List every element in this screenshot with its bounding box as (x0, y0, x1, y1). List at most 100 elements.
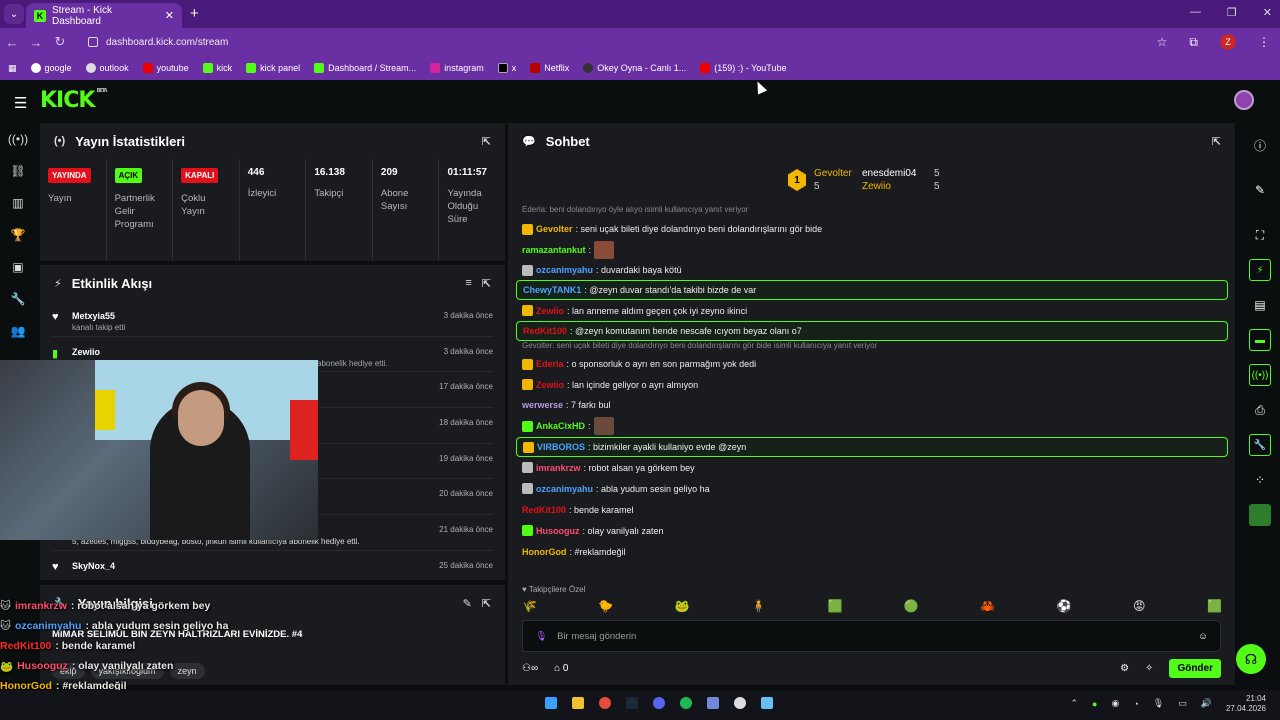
broadcast-icon[interactable]: ((•)) (8, 130, 28, 148)
bookmark-google[interactable]: google (30, 63, 72, 73)
system-clock[interactable]: 21:04 27.04.2026 (1226, 694, 1266, 713)
close-window-button[interactable]: ✕ (1263, 6, 1272, 19)
restore-button[interactable]: ❐ (1227, 6, 1237, 19)
broadcast-icon[interactable]: ((•)) (1249, 364, 1271, 386)
chat-icon[interactable]: ▬ (1249, 329, 1271, 351)
emote[interactable]: 🦀 (980, 599, 995, 613)
kick-logo[interactable]: KICK BETA (40, 88, 108, 113)
bookmark-dashboard[interactable]: Dashboard / Stream... (314, 63, 416, 73)
browser-tab-bar: ⌄ K Stream - Kick Dashboard ✕ + — ❐ ✕ (0, 0, 1280, 28)
users-link-icon[interactable]: ⚇∞ (522, 663, 538, 674)
emote[interactable]: 🐤 (598, 599, 613, 613)
game-icon[interactable] (1249, 504, 1271, 526)
bookmark-x[interactable]: x (497, 63, 516, 73)
filter-icon[interactable]: ≡ (465, 277, 471, 289)
emote[interactable]: ⚽ (1057, 599, 1072, 613)
analytics-icon[interactable]: ▥ (8, 194, 28, 212)
tray-app-icon[interactable]: ◔ (1133, 699, 1138, 709)
popout-icon[interactable]: ⇱ (482, 135, 491, 148)
lightning-icon[interactable]: ⚡ (1249, 259, 1271, 281)
chat-input[interactable]: 🎙 Bir mesaj gönderin ☺ (522, 620, 1221, 652)
group-icon[interactable]: ⁘ (1249, 469, 1271, 491)
minimize-button[interactable]: — (1190, 6, 1201, 19)
discord-icon[interactable] (653, 697, 665, 709)
tab-search-button[interactable]: ⌄ (4, 4, 24, 24)
bookmark-youtube[interactable]: youtube (142, 63, 189, 73)
emote[interactable]: 🟢 (904, 599, 919, 613)
emote[interactable]: 🐸 (675, 599, 690, 613)
popout-icon[interactable]: ⇱ (482, 597, 491, 610)
bookmark-netflix[interactable]: Netflix (530, 63, 569, 73)
users-icon[interactable]: 👥 (8, 322, 28, 340)
activity-item: ♥ Metxyia55 kanalı takip etti 3 dakika önce (52, 301, 493, 337)
tray-app-icon[interactable]: ◉ (1111, 698, 1119, 709)
chat-bubble-icon: 💬 (522, 135, 536, 148)
microphone-icon[interactable]: 🎙 (1153, 698, 1164, 709)
site-info-icon[interactable] (88, 37, 98, 47)
popout-icon[interactable]: ⇱ (1212, 135, 1221, 148)
bookmark-star-icon[interactable]: ☆ (1157, 35, 1168, 49)
hamburger-menu-icon[interactable]: ☰ (14, 94, 27, 112)
cat-icon (522, 483, 533, 494)
printer-icon[interactable]: ⎙ (1249, 399, 1271, 421)
trophy-icon[interactable]: 🏆 (8, 226, 28, 244)
popout-icon[interactable]: ⇱ (482, 277, 491, 290)
app-icon[interactable] (707, 697, 719, 709)
link-icon[interactable]: ⛓ (8, 162, 28, 180)
file-explorer-icon[interactable] (572, 697, 584, 709)
close-tab-icon[interactable]: ✕ (165, 9, 174, 22)
pencil-icon[interactable]: ✎ (1249, 179, 1271, 201)
tray-chevron-icon[interactable]: ⌃ (1071, 698, 1079, 709)
crop-icon[interactable]: ⛶ (1249, 224, 1271, 246)
bookmark-youtube-2[interactable]: (159) :) - YouTube (700, 63, 786, 73)
profile-avatar[interactable]: Z (1220, 34, 1236, 50)
settings-gear-icon[interactable]: ⚙ (1120, 663, 1129, 674)
emote[interactable]: 🟩 (828, 599, 843, 613)
chrome-icon[interactable] (599, 697, 611, 709)
chat-message: ozcanimyahu: duvardaki baya kötü (516, 260, 1228, 280)
gift-box-icon[interactable]: ⌂ 0 (554, 663, 568, 674)
bookmark-kick-panel[interactable]: kick panel (246, 63, 300, 73)
mod-tools-icon[interactable]: ✧ (1145, 663, 1153, 674)
back-button[interactable]: ← (0, 35, 24, 50)
bookmark-instagram[interactable]: instagram (430, 63, 484, 73)
video-icon[interactable]: ▣ (8, 258, 28, 276)
emote-bar: 🌾 🐤 🐸 🧍 🟩 🟢 🦀 ⚽ 😡 🟩 (522, 599, 1222, 613)
network-icon[interactable]: ▭ (1178, 698, 1187, 709)
windows-start-icon[interactable] (545, 697, 557, 709)
apps-grid-icon[interactable]: ▦ (8, 63, 17, 74)
app-icon[interactable] (734, 697, 746, 709)
browser-tab[interactable]: K Stream - Kick Dashboard ✕ (26, 3, 182, 28)
menu-dots-icon[interactable]: ⋮ (1258, 35, 1270, 49)
chat-message: Gevolter: seni uçak bileti diye dolandır… (516, 219, 1228, 239)
spotify-icon[interactable] (680, 697, 692, 709)
emoji-icon[interactable]: ☺ (1198, 631, 1208, 642)
help-button[interactable]: ☊ (1236, 644, 1266, 674)
user-avatar[interactable] (1234, 90, 1254, 110)
steam-icon[interactable] (626, 697, 638, 709)
volume-icon[interactable]: 🔊 (1201, 698, 1212, 709)
forward-button[interactable]: → (24, 35, 48, 50)
document-icon[interactable]: ▤ (1249, 294, 1271, 316)
new-tab-button[interactable]: + (190, 5, 199, 22)
edit-icon[interactable]: ✎ (463, 597, 472, 610)
reload-button[interactable]: ↻ (48, 34, 72, 50)
wrench-icon[interactable]: 🔧 (8, 290, 28, 308)
tray-app-icon[interactable]: ● (1092, 699, 1097, 709)
bookmark-outlook[interactable]: outlook (85, 63, 129, 73)
microphone-icon[interactable]: 🎙 (535, 631, 547, 642)
bookmark-okey[interactable]: Okey Oyna - Canlı 1... (583, 63, 686, 73)
steam-icon[interactable] (761, 697, 773, 709)
overlay-chat-line: 🐸 Husooguz: olay vanilyalı zaten (0, 660, 174, 673)
wrench-icon[interactable]: 🔧 (1249, 434, 1271, 456)
emote[interactable]: 😡 (1133, 599, 1146, 613)
extensions-icon[interactable]: ⧉ (1189, 35, 1198, 50)
emote[interactable]: 🟩 (1207, 599, 1222, 613)
url-field[interactable]: dashboard.kick.com/stream (80, 31, 1190, 53)
emote[interactable]: 🧍 (751, 599, 766, 613)
bookmark-kick[interactable]: kick (202, 63, 232, 73)
emote[interactable]: 🌾 (522, 599, 537, 613)
x-icon (497, 63, 508, 73)
info-icon[interactable]: ⓘ (1249, 134, 1271, 156)
send-button[interactable]: Gönder (1169, 658, 1221, 678)
